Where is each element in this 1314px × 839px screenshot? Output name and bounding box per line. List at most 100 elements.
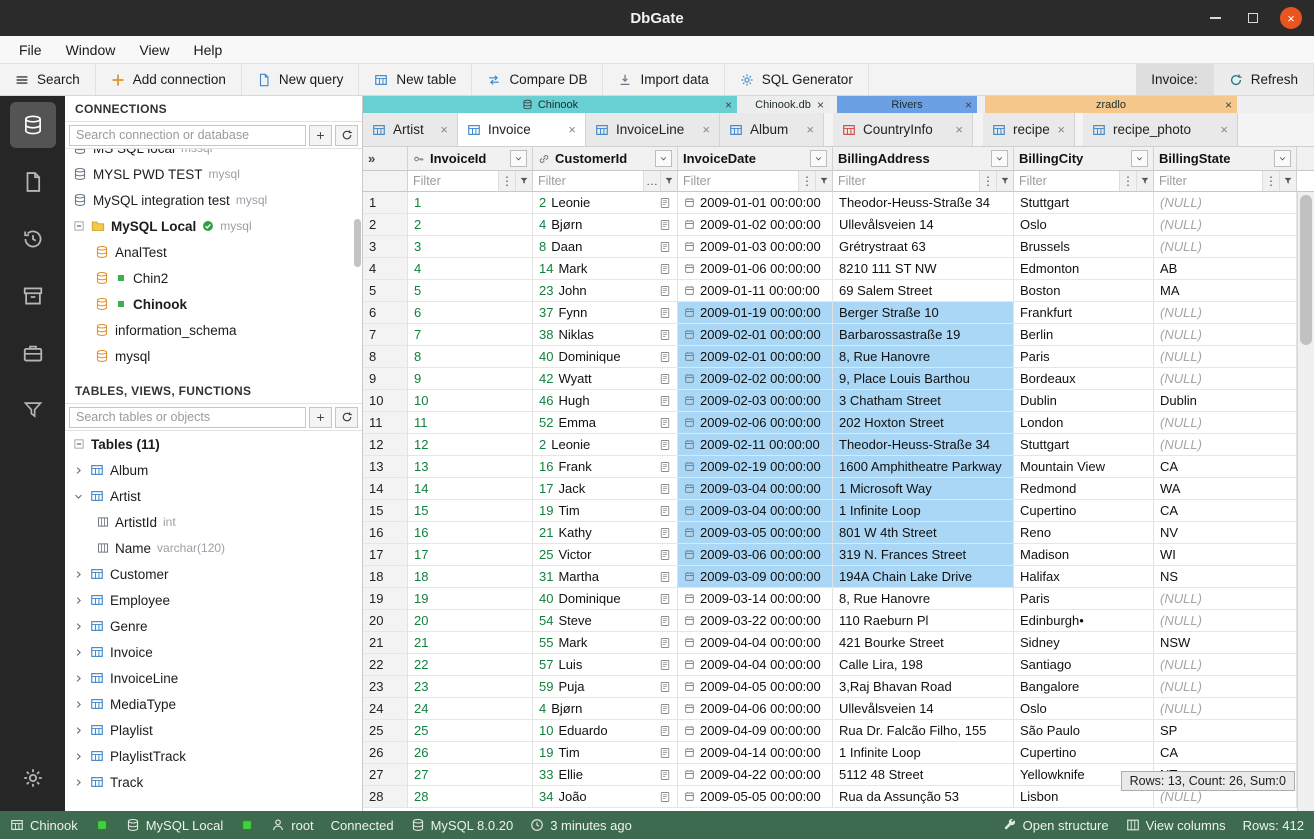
row-number[interactable]: 14: [363, 478, 408, 499]
cell-InvoiceId[interactable]: 3: [408, 236, 533, 257]
cell-InvoiceId[interactable]: 5: [408, 280, 533, 301]
column-header-InvoiceId[interactable]: InvoiceId: [408, 147, 533, 170]
cell-BillingState[interactable]: (NULL): [1154, 610, 1297, 631]
cell-BillingAddress[interactable]: 801 W 4th Street: [833, 522, 1014, 543]
connection-item[interactable]: information_schema: [65, 317, 362, 343]
cell-BillingAddress[interactable]: Theodor-Heuss-Straße 34: [833, 434, 1014, 455]
cell-BillingCity[interactable]: Santiago: [1014, 654, 1154, 675]
cell-BillingState[interactable]: (NULL): [1154, 698, 1297, 719]
close-tab-icon[interactable]: ×: [955, 122, 963, 137]
row-number[interactable]: 26: [363, 742, 408, 763]
cell-BillingAddress[interactable]: 319 N. Frances Street: [833, 544, 1014, 565]
cell-BillingState[interactable]: (NULL): [1154, 676, 1297, 697]
tables-search-input[interactable]: [69, 407, 306, 428]
close-tab-icon[interactable]: ×: [1057, 122, 1065, 137]
close-tab-icon[interactable]: ×: [1220, 122, 1228, 137]
cell-BillingCity[interactable]: Stuttgart: [1014, 192, 1154, 213]
open-reference-icon[interactable]: [659, 263, 671, 275]
cell-CustomerId[interactable]: 2Leonie: [533, 192, 678, 213]
refresh-tables-button[interactable]: [335, 407, 358, 428]
cell-InvoiceDate[interactable]: 2009-04-04 00:00:00: [678, 632, 833, 653]
cell-BillingAddress[interactable]: Rua da Assunção 53: [833, 786, 1014, 807]
cell-InvoiceDate[interactable]: 2009-04-22 00:00:00: [678, 764, 833, 785]
cell-BillingCity[interactable]: Oslo: [1014, 698, 1154, 719]
cell-CustomerId[interactable]: 33Ellie: [533, 764, 678, 785]
cell-BillingAddress[interactable]: Grétrystraat 63: [833, 236, 1014, 257]
cell-InvoiceId[interactable]: 21: [408, 632, 533, 653]
row-number[interactable]: 27: [363, 764, 408, 785]
cell-BillingState[interactable]: (NULL): [1154, 302, 1297, 323]
cell-InvoiceId[interactable]: 25: [408, 720, 533, 741]
cell-BillingCity[interactable]: Cupertino: [1014, 742, 1154, 763]
open-reference-icon[interactable]: [659, 637, 671, 649]
cell-BillingCity[interactable]: Berlin: [1014, 324, 1154, 345]
filter-funnel-icon[interactable]: [996, 171, 1013, 191]
row-number[interactable]: 19: [363, 588, 408, 609]
column-menu-icon[interactable]: [655, 150, 672, 167]
open-reference-icon[interactable]: [659, 659, 671, 671]
cell-InvoiceId[interactable]: 15: [408, 500, 533, 521]
cell-InvoiceId[interactable]: 17: [408, 544, 533, 565]
cell-BillingState[interactable]: Dublin: [1154, 390, 1297, 411]
cell-BillingAddress[interactable]: 1 Infinite Loop: [833, 742, 1014, 763]
filter-input-InvoiceDate[interactable]: [678, 171, 798, 191]
tab-CountryInfo[interactable]: CountryInfo×: [833, 113, 973, 146]
cell-InvoiceId[interactable]: 6: [408, 302, 533, 323]
row-number[interactable]: 23: [363, 676, 408, 697]
statusbar-view-columns[interactable]: View columns: [1126, 818, 1226, 833]
cell-CustomerId[interactable]: 8Daan: [533, 236, 678, 257]
statusbar-current-connection[interactable]: MySQL Local: [126, 818, 224, 833]
connection-item[interactable]: MYSL PWD TESTmysql: [65, 161, 362, 187]
cell-BillingCity[interactable]: Paris: [1014, 588, 1154, 609]
tab-Invoice[interactable]: Invoice×: [458, 113, 586, 146]
cell-InvoiceDate[interactable]: 2009-01-11 00:00:00: [678, 280, 833, 301]
grid-corner[interactable]: »: [363, 147, 408, 170]
row-number[interactable]: 4: [363, 258, 408, 279]
statusbar-row-count[interactable]: Rows: 412: [1243, 818, 1304, 833]
cell-BillingState[interactable]: (NULL): [1154, 214, 1297, 235]
close-button[interactable]: ×: [1280, 7, 1302, 29]
close-group-icon[interactable]: ×: [725, 98, 732, 112]
cell-InvoiceDate[interactable]: 2009-01-02 00:00:00: [678, 214, 833, 235]
filter-input-BillingCity[interactable]: [1014, 171, 1119, 191]
cell-BillingState[interactable]: WA: [1154, 478, 1297, 499]
cell-BillingState[interactable]: NSW: [1154, 632, 1297, 653]
row-number[interactable]: 10: [363, 390, 408, 411]
cell-InvoiceDate[interactable]: 2009-04-09 00:00:00: [678, 720, 833, 741]
connection-item[interactable]: MySQL integration testmysql: [65, 187, 362, 213]
toolbar-refresh-button[interactable]: Refresh: [1214, 64, 1314, 95]
open-reference-icon[interactable]: [659, 527, 671, 539]
table-item-Album[interactable]: Album: [65, 457, 362, 483]
open-reference-icon[interactable]: [659, 439, 671, 451]
cell-CustomerId[interactable]: 42Wyatt: [533, 368, 678, 389]
open-reference-icon[interactable]: [659, 505, 671, 517]
cell-InvoiceDate[interactable]: 2009-02-11 00:00:00: [678, 434, 833, 455]
connection-item[interactable]: MySQL Localmysql: [65, 213, 362, 239]
column-header-BillingState[interactable]: BillingState: [1154, 147, 1297, 170]
menu-window[interactable]: Window: [55, 39, 127, 61]
cell-BillingState[interactable]: CA: [1154, 742, 1297, 763]
cell-BillingCity[interactable]: Oslo: [1014, 214, 1154, 235]
cell-CustomerId[interactable]: 46Hugh: [533, 390, 678, 411]
cell-BillingState[interactable]: (NULL): [1154, 346, 1297, 367]
cell-BillingCity[interactable]: Stuttgart: [1014, 434, 1154, 455]
connection-item[interactable]: mysql: [65, 343, 362, 369]
cell-BillingAddress[interactable]: 9, Place Louis Barthou: [833, 368, 1014, 389]
tab-Artist[interactable]: Artist×: [363, 113, 458, 146]
cell-InvoiceId[interactable]: 8: [408, 346, 533, 367]
statusbar-open-structure[interactable]: Open structure: [1003, 818, 1109, 833]
cell-CustomerId[interactable]: 40Dominique: [533, 346, 678, 367]
cell-BillingCity[interactable]: Edmonton: [1014, 258, 1154, 279]
open-reference-icon[interactable]: [659, 351, 671, 363]
tables-group-header[interactable]: Tables (11): [65, 431, 362, 457]
column-item-Name[interactable]: Namevarchar(120): [65, 535, 362, 561]
filter-menu-icon[interactable]: ⋮: [498, 171, 515, 191]
row-number[interactable]: 17: [363, 544, 408, 565]
row-number[interactable]: 8: [363, 346, 408, 367]
cell-BillingState[interactable]: (NULL): [1154, 324, 1297, 345]
row-number[interactable]: 25: [363, 720, 408, 741]
toolbar-new-table-button[interactable]: New table: [359, 64, 472, 95]
cell-CustomerId[interactable]: 31Martha: [533, 566, 678, 587]
cell-CustomerId[interactable]: 54Steve: [533, 610, 678, 631]
toolbar-tab-context-button[interactable]: Invoice:: [1136, 64, 1214, 95]
